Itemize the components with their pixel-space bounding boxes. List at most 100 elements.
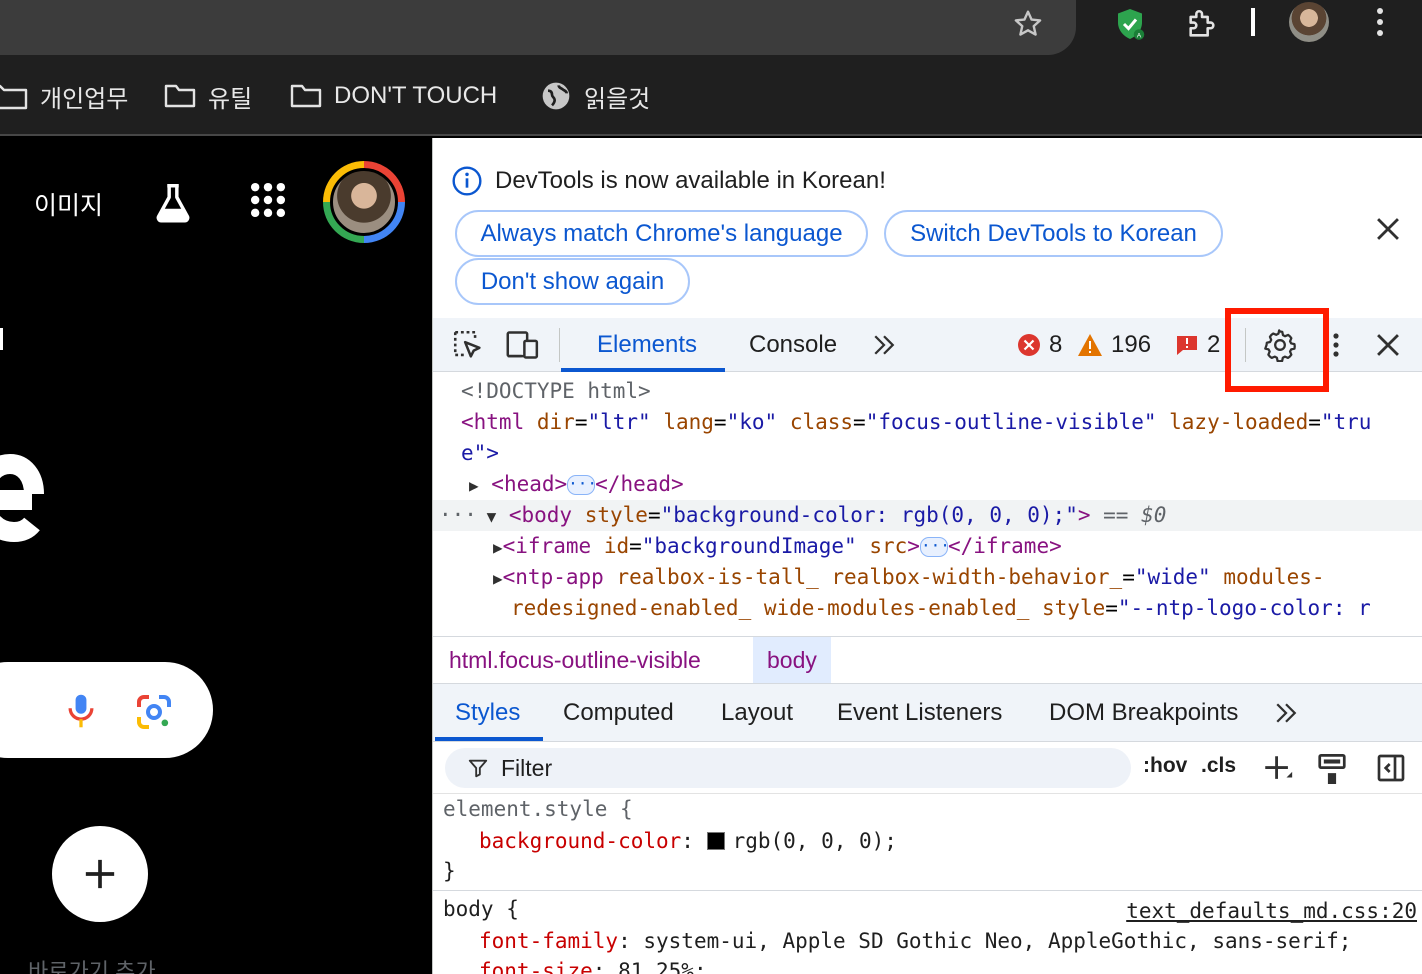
dom-node-doctype[interactable]: <!DOCTYPE html> [433,376,1422,407]
paint-roller-icon[interactable] [1317,752,1347,786]
expand-triangle-icon[interactable]: ▶ [433,569,503,588]
tab-elements[interactable]: Elements [597,318,697,372]
iframe-close-tag: </iframe> [947,534,1062,558]
expand-triangle-icon[interactable]: ▶ [433,538,503,557]
bookmark-reading[interactable]: 읽을것 [540,66,650,126]
more-tabs-chevron-icon[interactable] [1271,698,1301,728]
devtools-panel: DevTools is now available in Korean! Alw… [432,138,1422,974]
collapsed-ellipsis-icon[interactable]: ··· [919,537,950,557]
style-declaration-font-size[interactable]: font-size: 81.25%; [479,956,707,974]
inspect-element-icon[interactable] [451,328,485,362]
breadcrumb-html[interactable]: html.focus-outline-visible [449,647,701,674]
body-selector: body { [443,897,519,921]
node-actions-ellipsis[interactable]: ··· [433,503,477,527]
expand-triangle-icon[interactable]: ▶ [433,476,479,495]
tab-event-listeners[interactable]: Event Listeners [837,684,1002,742]
bookmark-folder-dont-touch[interactable]: DON'T TOUCH [290,66,497,126]
dom-node-head[interactable]: ▶ <head>···</head> [433,469,1422,500]
extensions-puzzle-icon[interactable] [1180,2,1224,46]
bookmark-folder-util[interactable]: 유틸 [164,66,252,126]
google-lens-icon[interactable] [134,692,174,732]
active-tab-indicator [435,737,543,741]
dom-node-iframe[interactable]: ▶<iframe id="backgroundImage" src>···</i… [433,531,1422,562]
dom-node-html-wrap: e"> [433,438,1422,469]
tab-layout[interactable]: Layout [721,684,793,742]
profile-avatar[interactable] [1289,2,1329,42]
collapsed-ellipsis-icon[interactable]: ··· [567,475,597,495]
dom-node-body-selected[interactable]: ··· ▼ <body style="background-color: rgb… [433,500,1422,531]
html-tag: <html [461,410,525,434]
bookmark-label: DON'T TOUCH [334,82,498,109]
attr-value: "wide" [1134,565,1211,589]
styles-sidebar-tabbar: Styles Computed Layout Event Listeners D… [433,684,1422,742]
attr-name: lang [663,410,714,434]
images-link[interactable]: 이미지 [34,186,103,222]
dom-node-ntp-app[interactable]: ▶<ntp-app realbox-is-tall_ realbox-width… [433,562,1422,593]
color-swatch[interactable] [706,832,725,850]
bookmark-label: 유틸 [208,85,253,113]
dom-node-html[interactable]: <html dir="ltr" lang="ko" class="focus-o… [433,407,1422,438]
warning-icon [1078,334,1102,356]
dom-tree[interactable]: <!DOCTYPE html> <html dir="ltr" lang="ko… [433,372,1422,636]
bookmarks-bar: 개인업무 유틸 DON'T TOUCH 읽을것 [0,66,1422,136]
class-toggle[interactable]: .cls [1201,754,1236,778]
folder-icon [0,84,28,110]
add-shortcut-button[interactable] [52,826,148,922]
switch-to-korean-button[interactable]: Switch DevTools to Korean [884,210,1223,257]
selected-node-marker: == $0 [1103,503,1167,527]
tab-styles[interactable]: Styles [455,684,520,742]
plus-icon [85,859,115,889]
attr-value: "backgroundImage" [641,534,857,558]
svg-text:A: A [1137,33,1142,40]
iframe-tag: <iframe [502,534,592,558]
more-tabs-chevron-icon[interactable] [869,330,899,360]
property-name: font-family [479,929,619,953]
always-match-language-button[interactable]: Always match Chrome's language [455,210,868,257]
attr-name: modules- [1223,565,1325,589]
toggle-sidebar-icon[interactable] [1375,752,1407,784]
attr-value: "--ntp-logo-color: r [1117,596,1371,620]
filter-placeholder: Filter [501,754,553,781]
stylesheet-source-link[interactable]: text_defaults_md.css:20 [1126,896,1417,927]
styles-filter-input[interactable]: Filter [445,748,1131,788]
browser-menu-kebab-icon[interactable] [1362,2,1398,42]
shield-extension-icon[interactable]: A [1108,2,1152,46]
devtools-close-icon[interactable] [1371,328,1405,362]
bookmark-star-icon[interactable] [1008,4,1048,44]
issues-counter[interactable]: 2 [1175,318,1220,372]
attr-name: class [789,410,854,434]
style-declaration-bg[interactable]: background-color: rgb(0, 0, 0); [479,826,897,857]
infobar-message: DevTools is now available in Korean! [495,167,886,194]
attr-name: redesigned-enabled_ wide-modules-enabled… [511,596,1106,620]
hover-state-toggle[interactable]: :hov [1143,754,1187,778]
style-declaration-font-family[interactable]: font-family: system-ui, Apple SD Gothic … [479,926,1351,957]
error-counter[interactable]: 8 [1017,318,1062,372]
tab-dom-breakpoints[interactable]: DOM Breakpoints [1049,684,1238,742]
attr-value: "ko" [726,410,778,434]
folder-icon [290,84,322,108]
property-name: background-color [479,829,682,853]
labs-flask-icon[interactable] [150,180,196,226]
dom-node-ntp-app-wrap: redesigned-enabled_ wide-modules-enabled… [433,593,1422,624]
warning-counter[interactable]: 196 [1077,318,1151,372]
tab-computed[interactable]: Computed [563,684,674,742]
property-value: 81.25%; [618,959,707,974]
google-account-avatar[interactable] [323,161,405,243]
breadcrumb-body[interactable]: body [753,637,831,683]
tab-console[interactable]: Console [749,318,837,372]
infobar-close-icon[interactable] [1371,212,1405,246]
voice-search-mic-icon[interactable] [64,692,98,730]
gmail-link-fragment[interactable] [0,328,3,350]
dont-show-again-button[interactable]: Don't show again [455,258,690,305]
attr-value: "ltr" [587,410,651,434]
new-style-rule-plus-icon[interactable] [1261,752,1295,786]
collapse-triangle-icon[interactable]: ▼ [477,507,497,526]
bookmark-folder-personal[interactable]: 개인업무 [0,66,128,126]
device-toolbar-icon[interactable] [505,328,541,362]
google-apps-grid-icon[interactable] [246,178,290,222]
address-bar[interactable] [0,0,1076,55]
toolbar-separator [559,328,560,362]
language-infobar: DevTools is now available in Korean! Alw… [433,138,1422,318]
head-tag: <head> [491,472,568,496]
search-box[interactable] [0,662,213,758]
